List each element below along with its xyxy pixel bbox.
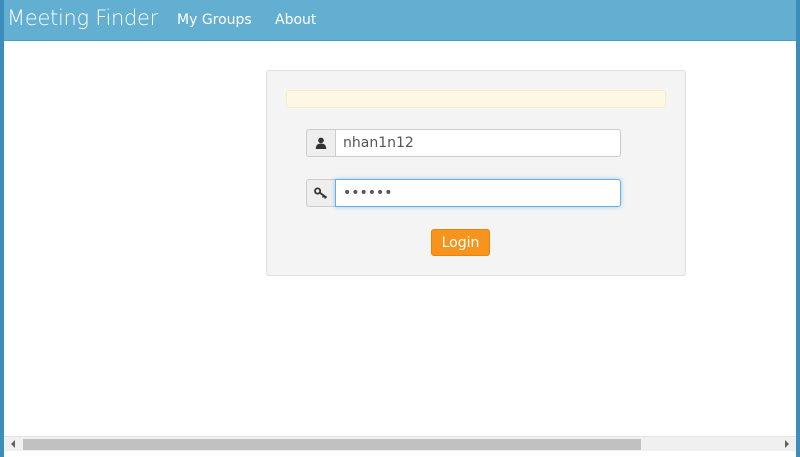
- nav-link-my-groups[interactable]: My Groups: [177, 12, 252, 28]
- user-icon: [306, 129, 335, 157]
- alert-box: [286, 90, 666, 108]
- scrollbar-thumb[interactable]: [23, 439, 641, 450]
- scroll-right-arrow-icon[interactable]: [785, 440, 789, 448]
- nav-link-about[interactable]: About: [275, 12, 316, 28]
- brand-link[interactable]: Meeting Finder: [7, 6, 158, 30]
- username-field[interactable]: [335, 129, 621, 157]
- password-input-group: [306, 179, 621, 207]
- key-icon: [306, 179, 335, 207]
- window-bottom-edge: [4, 451, 796, 457]
- browser-window: Meeting Finder My Groups About nhan1n12 …: [4, 0, 796, 457]
- login-panel: Login: [266, 70, 686, 276]
- navbar: Meeting Finder My Groups About: [4, 0, 796, 41]
- password-field[interactable]: [335, 179, 621, 207]
- login-button[interactable]: Login: [431, 229, 490, 256]
- horizontal-scrollbar[interactable]: [4, 436, 796, 452]
- scroll-left-arrow-icon[interactable]: [11, 440, 15, 448]
- username-input-group: [306, 129, 621, 157]
